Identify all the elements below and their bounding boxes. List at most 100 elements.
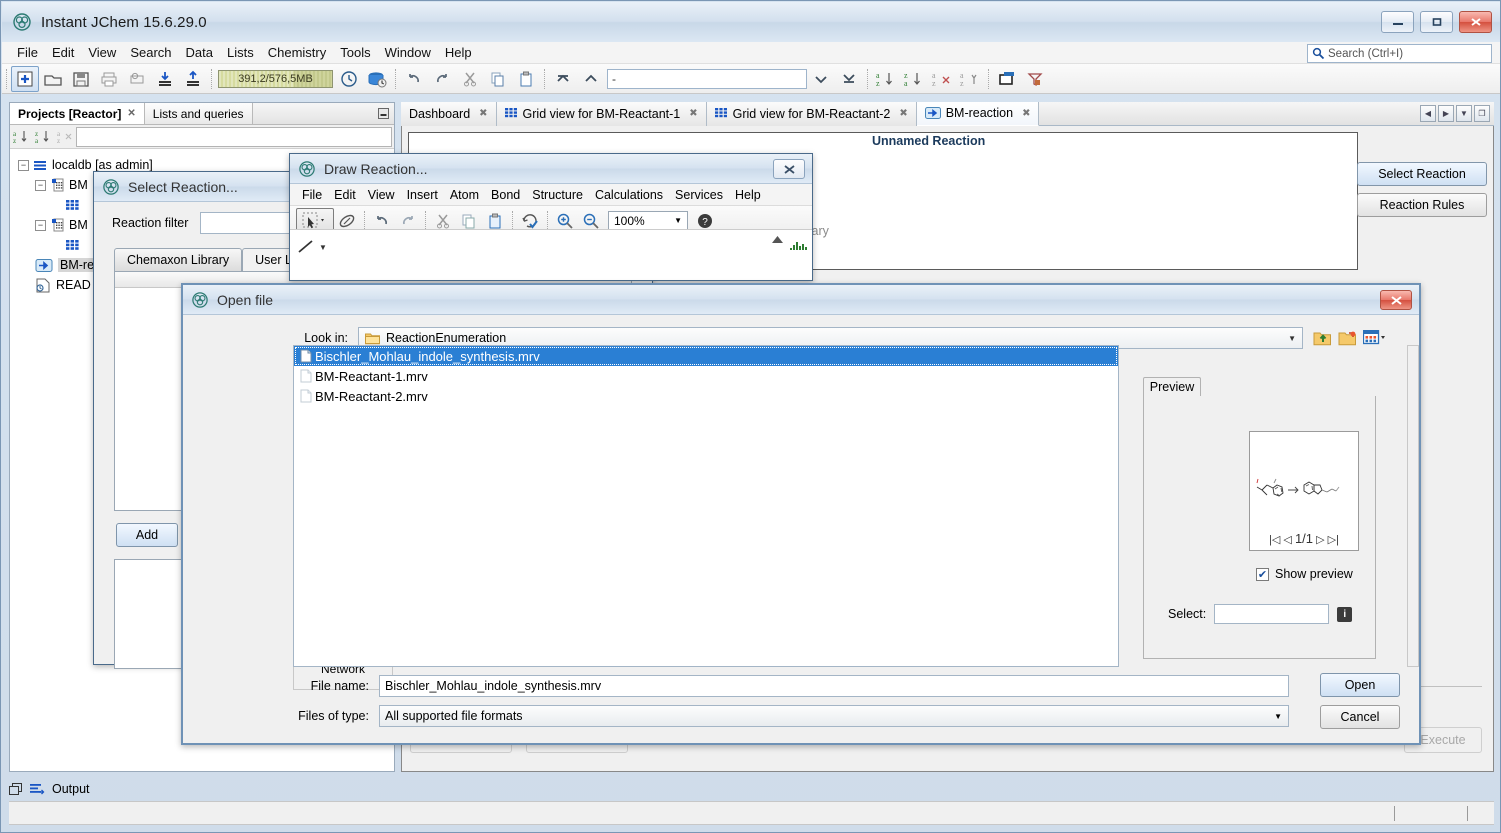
draw-menu-calculations[interactable]: Calculations	[589, 186, 669, 204]
close-button[interactable]	[1380, 290, 1412, 310]
first-page-icon[interactable]: |◁	[1269, 534, 1280, 546]
redo-icon[interactable]	[428, 66, 456, 92]
sort-za-icon[interactable]: za	[900, 66, 928, 92]
tab-maximize-icon[interactable]: ❐	[1474, 105, 1490, 122]
sort-clear-icon[interactable]: az	[928, 66, 956, 92]
sort-az-icon[interactable]: az	[872, 66, 900, 92]
expander-icon[interactable]: −	[35, 180, 46, 191]
new-folder-icon[interactable]	[1338, 330, 1358, 347]
up-folder-icon[interactable]	[1313, 330, 1333, 347]
dock-tab-lists[interactable]: Lists and queries	[145, 103, 253, 124]
expand-all-icon[interactable]	[835, 66, 863, 92]
close-button[interactable]	[1459, 11, 1492, 33]
clock-icon[interactable]	[335, 66, 363, 92]
tab-prev-icon[interactable]: ◀	[1420, 105, 1436, 122]
save-icon[interactable]	[67, 66, 95, 92]
undo-icon[interactable]	[400, 66, 428, 92]
tab-next-icon[interactable]: ▶	[1438, 105, 1454, 122]
close-icon[interactable]: ✖	[479, 108, 487, 119]
print-icon[interactable]	[95, 66, 123, 92]
close-icon[interactable]: ✖	[689, 108, 697, 119]
draw-menu-edit[interactable]: Edit	[328, 186, 362, 204]
chevron-down-icon[interactable]	[807, 66, 835, 92]
tree-filter-input[interactable]	[76, 127, 392, 147]
output-label[interactable]: Output	[52, 782, 90, 796]
menu-edit[interactable]: Edit	[45, 43, 81, 62]
files-of-type-combo[interactable]: All supported file formats ▼	[379, 705, 1289, 727]
select-input[interactable]	[1214, 604, 1329, 624]
tab-grid-view-reactant-1[interactable]: Grid view for BM-Reactant-1 ✖	[497, 102, 707, 126]
draw-menu-atom[interactable]: Atom	[444, 186, 485, 204]
tab-bm-reaction[interactable]: BM-reaction ✖	[917, 102, 1040, 126]
periodic-table-icon[interactable]	[790, 240, 810, 254]
scroll-up-icon[interactable]	[771, 234, 784, 245]
preview-tab[interactable]: Preview	[1143, 377, 1201, 397]
window-restore-icon[interactable]	[9, 783, 23, 796]
draw-menu-services[interactable]: Services	[669, 186, 729, 204]
close-button[interactable]	[773, 159, 805, 179]
cut-icon[interactable]	[456, 66, 484, 92]
file-name-input[interactable]	[379, 675, 1289, 697]
show-preview-checkbox[interactable]: ✔	[1256, 568, 1269, 581]
tree-sort-za-icon[interactable]: za	[32, 127, 54, 147]
list-item[interactable]: Bischler_Mohlau_indole_synthesis.mrv	[294, 346, 1118, 366]
menu-file[interactable]: File	[10, 43, 45, 62]
tab-chemaxon-library[interactable]: Chemaxon Library	[114, 248, 242, 271]
info-icon[interactable]: i	[1337, 607, 1352, 622]
draw-menu-file[interactable]: File	[296, 186, 328, 204]
open-project-icon[interactable]	[39, 66, 67, 92]
tab-dashboard[interactable]: Dashboard ✖	[401, 102, 497, 126]
dock-tab-projects[interactable]: Projects [Reactor] ✕	[10, 103, 145, 124]
draw-menu-view[interactable]: View	[362, 186, 401, 204]
tree-sort-az-icon[interactable]: az	[10, 127, 32, 147]
window-icon[interactable]	[993, 66, 1021, 92]
tab-grid-view-reactant-2[interactable]: Grid view for BM-Reactant-2 ✖	[707, 102, 917, 126]
toolbar-combo-input[interactable]	[607, 69, 807, 89]
menu-lists[interactable]: Lists	[220, 43, 261, 62]
tab-list-icon[interactable]: ▼	[1456, 105, 1472, 122]
expander-icon[interactable]: −	[35, 220, 46, 231]
file-list[interactable]: Bischler_Mohlau_indole_synthesis.mrv BM-…	[293, 345, 1119, 667]
menu-view[interactable]: View	[81, 43, 123, 62]
menu-chemistry[interactable]: Chemistry	[261, 43, 334, 62]
expander-icon[interactable]: −	[18, 160, 29, 171]
zoom-level-combo[interactable]: 100% ▼	[608, 211, 688, 231]
list-item[interactable]: BM-Reactant-1.mrv	[294, 366, 1118, 386]
paste-icon[interactable]	[512, 66, 540, 92]
dialog-scrollbar[interactable]	[1407, 345, 1419, 667]
next-page-icon[interactable]: ▷	[1316, 534, 1324, 546]
last-page-icon[interactable]: ▷|	[1328, 534, 1339, 546]
collapse-all-icon[interactable]	[549, 66, 577, 92]
minimize-button[interactable]	[1381, 11, 1414, 33]
global-search-input[interactable]: Search (Ctrl+I)	[1307, 44, 1492, 63]
database-icon[interactable]	[363, 66, 391, 92]
dock-minimize-icon[interactable]	[372, 103, 394, 124]
new-project-icon[interactable]	[11, 66, 39, 92]
reaction-rules-button[interactable]: Reaction Rules	[1357, 193, 1487, 217]
menu-window[interactable]: Window	[378, 43, 438, 62]
export-icon[interactable]	[179, 66, 207, 92]
import-icon[interactable]	[151, 66, 179, 92]
draw-menu-structure[interactable]: Structure	[526, 186, 589, 204]
menu-tools[interactable]: Tools	[333, 43, 377, 62]
add-button[interactable]: Add	[116, 523, 178, 547]
print-preview-icon[interactable]	[123, 66, 151, 92]
collapse-icon[interactable]	[577, 66, 605, 92]
maximize-button[interactable]	[1420, 11, 1453, 33]
close-icon[interactable]: ✕	[127, 108, 135, 119]
draw-menu-bond[interactable]: Bond	[485, 186, 526, 204]
bond-tool-icon[interactable]: ▼	[296, 238, 327, 256]
copy-icon[interactable]	[484, 66, 512, 92]
cancel-button[interactable]: Cancel	[1320, 705, 1400, 729]
select-reaction-button[interactable]: Select Reaction	[1357, 162, 1487, 186]
open-button[interactable]: Open	[1320, 673, 1400, 697]
tree-sort-clear-icon[interactable]: az	[54, 127, 76, 147]
draw-menu-help[interactable]: Help	[729, 186, 767, 204]
list-item[interactable]: BM-Reactant-2.mrv	[294, 386, 1118, 406]
close-icon[interactable]: ✖	[1022, 108, 1030, 119]
view-menu-icon[interactable]	[1363, 330, 1387, 346]
sort-custom-icon[interactable]: az	[956, 66, 984, 92]
prev-page-icon[interactable]: ◁	[1283, 534, 1291, 546]
draw-canvas[interactable]: ▼	[290, 229, 812, 280]
memory-gauge[interactable]: 391,2/576,5MB	[218, 70, 333, 88]
